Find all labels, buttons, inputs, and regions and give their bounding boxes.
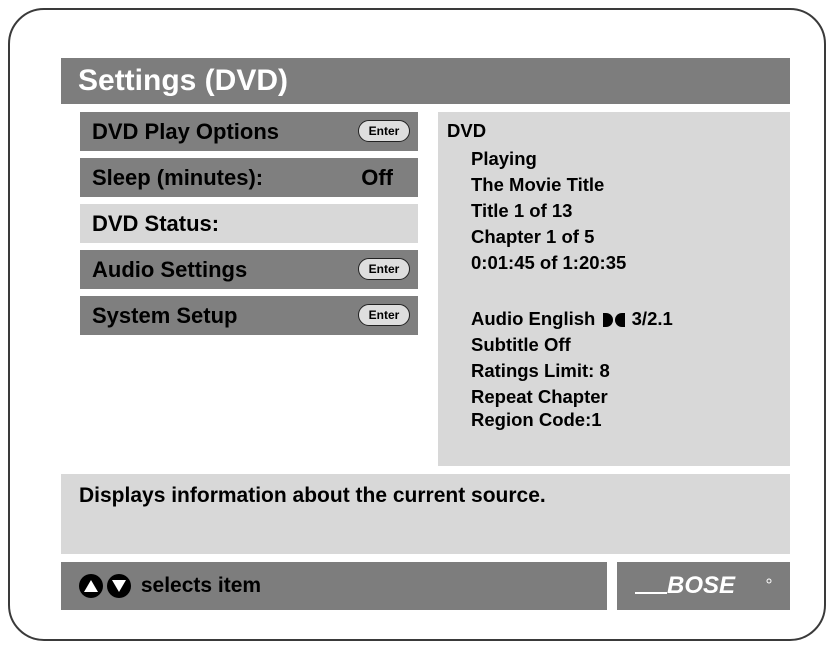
status-line: Title 1 of 13 bbox=[471, 200, 573, 221]
description-panel: Displays information about the current s… bbox=[61, 474, 790, 554]
dvd-status-panel: DVD Playing The Movie Title Title 1 of 1… bbox=[438, 112, 790, 466]
menu-item-label: DVD Play Options bbox=[92, 119, 280, 144]
footer-hint-text: selects item bbox=[140, 574, 262, 597]
menu-item-sleep[interactable]: Sleep (minutes): Off bbox=[80, 158, 418, 197]
status-line: Chapter 1 of 5 bbox=[471, 226, 595, 247]
status-line: Playing bbox=[471, 148, 537, 169]
sleep-value: Off bbox=[361, 165, 393, 190]
down-arrow-icon[interactable] bbox=[107, 574, 131, 599]
menu-item-label: Audio Settings bbox=[92, 257, 248, 282]
status-line: The Movie Title bbox=[471, 174, 605, 195]
status-source: DVD bbox=[447, 120, 487, 141]
menu-item-system-setup[interactable]: System Setup Enter bbox=[80, 296, 418, 335]
up-arrow-icon[interactable] bbox=[79, 574, 103, 599]
bose-logo-icon: BOSE bbox=[635, 572, 772, 599]
dolby-icon bbox=[602, 313, 625, 328]
enter-button[interactable]: Enter bbox=[358, 304, 410, 326]
page-title: Settings (DVD) bbox=[61, 58, 790, 104]
status-detail: Subtitle Off bbox=[471, 334, 571, 355]
settings-menu: DVD Play Options Enter Sleep (minutes): … bbox=[80, 112, 418, 342]
status-detail: Repeat Chapter bbox=[471, 386, 608, 407]
menu-item-label: System Setup bbox=[92, 303, 238, 328]
enter-button[interactable]: Enter bbox=[358, 120, 410, 142]
bose-logo-text: BOSE bbox=[667, 572, 736, 599]
description-text: Displays information about the current s… bbox=[79, 484, 546, 507]
footer-hint-bar: selects item bbox=[61, 562, 607, 610]
audio-channels: 3/2.1 bbox=[631, 308, 673, 329]
audio-language: Audio English bbox=[471, 308, 596, 329]
menu-item-audio-settings[interactable]: Audio Settings Enter bbox=[80, 250, 418, 289]
audio-line: Audio English 3/2.1 bbox=[471, 308, 673, 330]
menu-item-dvd-play-options[interactable]: DVD Play Options Enter bbox=[80, 112, 418, 151]
status-detail: Ratings Limit: 8 bbox=[471, 360, 610, 381]
status-detail: Region Code:1 bbox=[471, 409, 602, 430]
menu-item-dvd-status[interactable]: DVD Status: bbox=[80, 204, 418, 243]
menu-item-label: DVD Status: bbox=[92, 211, 220, 236]
bose-logo: BOSE bbox=[617, 562, 790, 610]
enter-button[interactable]: Enter bbox=[358, 258, 410, 280]
status-line: 0:01:45 of 1:20:35 bbox=[471, 252, 627, 273]
menu-item-label: Sleep (minutes): bbox=[92, 165, 264, 190]
